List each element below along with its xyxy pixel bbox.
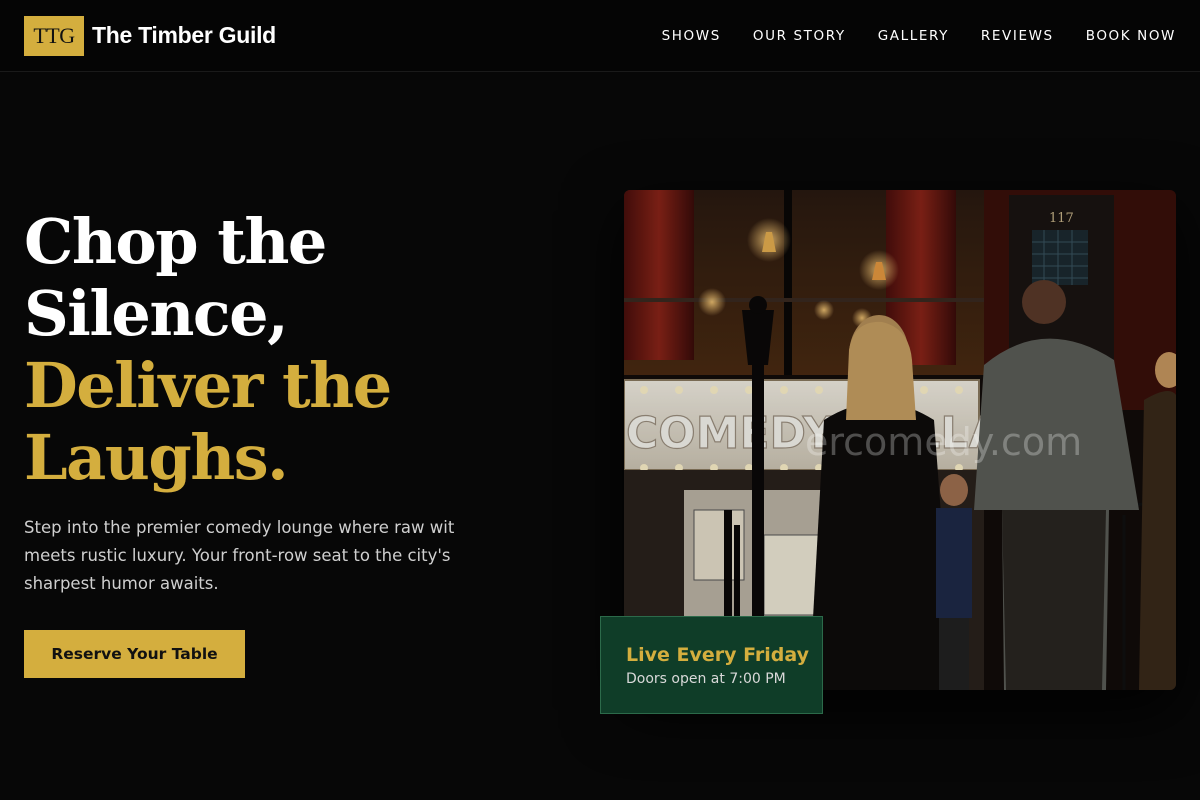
logo-mark[interactable]: TTG [24,15,84,56]
hero-title-line-4: Laughs. [24,421,289,494]
brand-name[interactable]: The Timber Guild [92,22,276,49]
hero-title-line-1: Chop the [24,205,327,278]
nav-link-our-story[interactable]: OUR STORY [753,24,846,48]
nav-links: SHOWS OUR STORY GALLERY REVIEWS BOOK NOW [662,24,1176,48]
badge-title: Live Every Friday [626,644,809,666]
nav-link-reviews[interactable]: REVIEWS [981,24,1054,48]
navbar: TTG The Timber Guild SHOWS OUR STORY GAL… [0,0,1200,72]
hero-subtitle: Step into the premier comedy lounge wher… [24,518,455,593]
hero-title-line-3: Deliver the [24,349,392,422]
badge-subtitle: Doors open at 7:00 PM [626,671,786,687]
hero-title-line-2: Silence, [24,277,289,350]
photo-watermark: ercomedy.com [805,420,1083,464]
nav-link-gallery[interactable]: GALLERY [878,24,949,48]
hero-title: Chop the Silence, Deliver the Laughs. [24,206,544,494]
reserve-table-button[interactable]: Reserve Your Table [24,630,245,678]
nav-link-shows[interactable]: SHOWS [662,24,721,48]
live-friday-badge: Live Every Friday Doors open at 7:00 PM [600,616,823,714]
nav-link-book-now[interactable]: BOOK NOW [1086,24,1176,48]
brand[interactable]: TTG The Timber Guild [24,15,276,56]
